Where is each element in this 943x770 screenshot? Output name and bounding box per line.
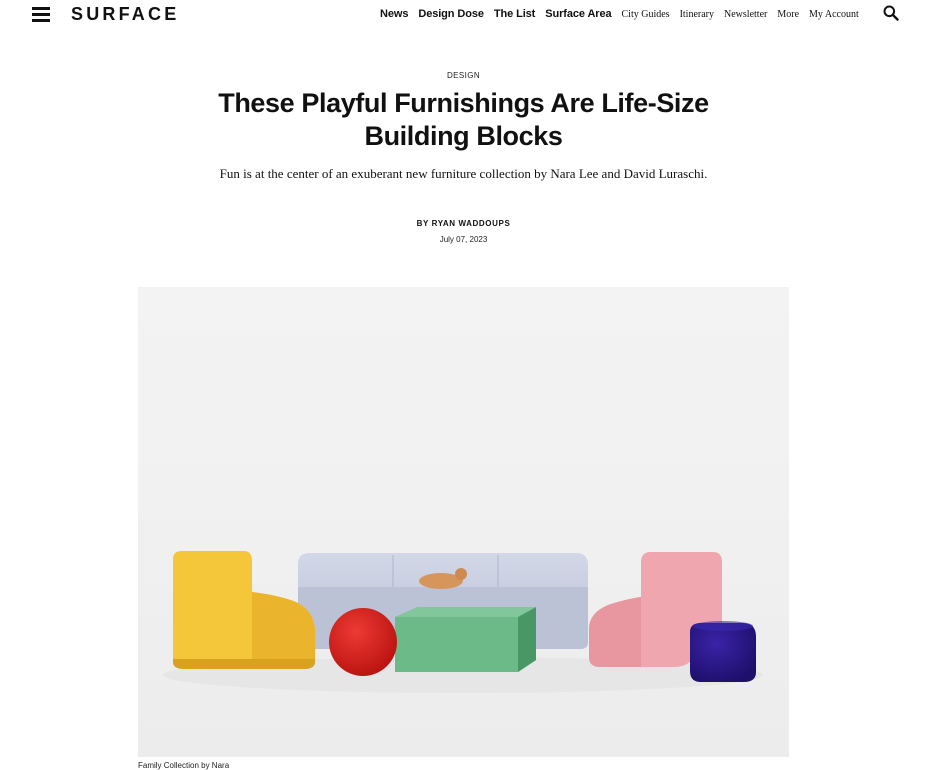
site-logo[interactable]: SURFACE	[71, 4, 179, 25]
yellow-chair	[173, 551, 315, 669]
nav-item-city-guides[interactable]: City Guides	[622, 9, 670, 20]
nav-item-the-list[interactable]: The List	[494, 8, 535, 20]
green-block-table	[395, 607, 536, 672]
nav-item-design-dose[interactable]: Design Dose	[418, 8, 484, 20]
red-ball	[329, 608, 397, 676]
nav-item-surface-area[interactable]: Surface Area	[545, 8, 611, 20]
hero-image	[138, 287, 789, 757]
article-title: These Playful Furnishings Are Life-Size …	[218, 88, 709, 151]
nav-item-newsletter[interactable]: Newsletter	[724, 9, 767, 20]
main-nav: News Design Dose The List Surface Area C…	[380, 8, 869, 22]
image-caption: Family Collection by Nara	[138, 761, 230, 770]
article-byline: BY RYAN WADDOUPS	[0, 219, 927, 228]
byline-prefix: BY	[416, 219, 429, 228]
nav-item-my-account[interactable]: My Account	[809, 9, 859, 20]
hamburger-menu-icon[interactable]	[32, 6, 52, 22]
article-date: July 07, 2023	[439, 235, 488, 244]
article-dek: Fun is at the center of an exuberant new…	[219, 166, 708, 181]
article-category[interactable]: DESIGN	[0, 71, 927, 80]
search-icon[interactable]	[883, 5, 899, 21]
nav-item-more[interactable]: More	[777, 9, 799, 20]
nav-item-news[interactable]: News	[380, 8, 408, 20]
navy-pouf	[690, 621, 756, 682]
site-header: SURFACE News Design Dose The List Surfac…	[0, 0, 943, 30]
author-link[interactable]: RYAN WADDOUPS	[432, 219, 511, 228]
nav-item-itinerary[interactable]: Itinerary	[680, 9, 714, 20]
